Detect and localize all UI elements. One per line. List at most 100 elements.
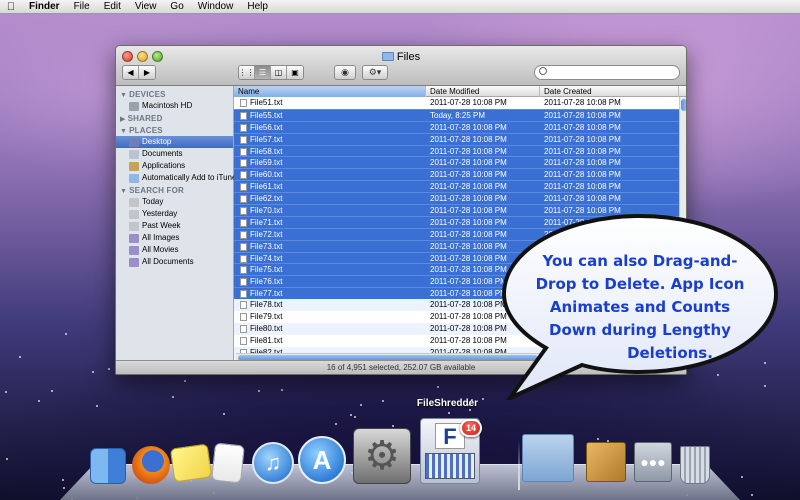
dock-tooltip-label: FileShredder [416,398,479,409]
cell-modified: 2011-07-28 10:08 PM [430,323,507,333]
textedit-icon[interactable] [211,442,245,484]
disclosure-triangle-icon[interactable]: ▼ [120,92,127,99]
cell-modified: 2011-07-28 10:08 PM [430,335,507,345]
bubble-line: Animates and Counts [549,298,731,316]
column-name[interactable]: Name [234,86,426,97]
text-file-icon [240,207,247,216]
back-button[interactable]: ◀ [123,66,139,79]
sidebar-item-label: Past Week [142,221,181,230]
menu-file[interactable]: File [67,1,97,12]
desktop-icon [129,137,139,147]
sidebar-item[interactable]: Documents [116,148,233,160]
star [184,380,186,382]
menu-window[interactable]: Window [191,1,241,12]
cell-name: File51.txt [250,98,283,107]
forward-button[interactable]: ▶ [139,66,155,79]
sidebar-section-header[interactable]: ▼ DEVICES [116,88,233,100]
table-row[interactable]: File61.txt 2011-07-28 10:08 PM 2011-07-28 … [234,180,686,193]
column-date-modified[interactable]: Date Modified [426,86,540,97]
system-preferences-icon[interactable]: ⚙ [353,428,411,484]
bubble-line: Down during Lengthy [549,321,731,339]
back-forward-control: ◀ ▶ [122,65,156,80]
table-row[interactable]: File59.txt 2011-07-28 10:08 PM 2011-07-28 … [234,156,686,169]
search-field[interactable] [534,65,680,80]
sidebar-section-title: DEVICES [129,90,166,99]
column-date-created[interactable]: Date Created [540,86,679,97]
smart-folder-icon [129,245,139,255]
clock-icon [129,209,139,219]
star [6,458,8,460]
text-file-icon [240,336,247,345]
disclosure-triangle-icon[interactable]: ▼ [120,188,127,195]
shredder-slots [425,453,475,479]
app-store-icon[interactable]: A [298,436,346,484]
cell-name: File80.txt [250,323,283,333]
gear-icon: ⚙▾ [368,67,382,77]
text-file-icon [240,278,247,287]
star [469,409,471,411]
shared-folder-icon[interactable]: ●●● [634,442,672,482]
sidebar-item[interactable]: Macintosh HD [116,100,233,112]
finder-icon[interactable] [90,448,126,484]
menu-help[interactable]: Help [240,1,275,12]
star [537,377,539,379]
sidebar-item[interactable]: All Images [116,232,233,244]
apple-menu-icon[interactable]:  [0,1,22,13]
cover-flow-button[interactable]: ▣ [287,66,303,79]
table-row[interactable]: File56.txt 2011-07-28 10:08 PM 2011-07-28 … [234,120,686,133]
stickies-icon[interactable] [169,443,213,483]
star [51,390,53,392]
list-view-button[interactable]: ☰ [255,66,271,79]
table-row[interactable]: File62.txt 2011-07-28 10:08 PM 2011-07-28 … [234,192,686,205]
star [448,412,450,414]
table-row[interactable]: File60.txt 2011-07-28 10:08 PM 2011-07-28 … [234,168,686,181]
table-row[interactable]: File70.txt 2011-07-28 10:08 PM 2011-07-28 … [234,204,686,216]
sidebar-item[interactable]: All Movies [116,244,233,256]
dock-separator [518,440,520,490]
table-row[interactable]: File57.txt 2011-07-28 10:08 PM 2011-07-28 … [234,132,686,145]
firefox-icon[interactable] [132,446,170,484]
menu-edit[interactable]: Edit [97,1,128,12]
trash-icon[interactable] [680,446,710,484]
table-row[interactable]: File72.txt 2011-07-28 10:08 PM 2011-07-28 … [234,227,686,240]
action-menu-button[interactable]: ⚙▾ [362,65,388,80]
sidebar-item-label: Desktop [142,137,172,146]
itunes-icon[interactable]: ♫ [252,442,294,484]
sidebar-section-header[interactable]: ▼ SEARCH FOR [116,184,233,196]
menu-go[interactable]: Go [163,1,190,12]
sidebar-item-label: All Images [142,233,180,242]
text-file-icon [240,301,247,310]
quick-look-button[interactable]: ◉ [334,65,356,80]
star [63,487,65,489]
menu-app-name[interactable]: Finder [22,1,67,12]
star [382,400,384,402]
sidebar-item[interactable]: Automatically Add to iTunes [116,172,240,184]
disclosure-triangle-icon[interactable]: ▼ [120,128,127,135]
table-row[interactable]: File51.txt 2011-07-28 10:08 PM 2011-07-28 … [234,97,686,109]
menu-view[interactable]: View [128,1,164,12]
sidebar-item[interactable]: Today [116,196,233,208]
text-file-icon [240,290,247,299]
table-row[interactable]: File71.txt 2011-07-28 10:08 PM 2011-07-28 … [234,215,686,228]
text-file-icon [240,254,247,263]
bubble-line: Drop to Delete. App Icon [535,275,745,293]
text-file-icon [240,147,247,156]
text-file-icon [240,230,247,239]
cell-modified: 2011-07-28 10:08 PM [430,300,507,310]
text-file-icon [240,171,247,180]
sidebar-item[interactable]: Applications [116,160,233,172]
disclosure-triangle-icon[interactable]: ▶ [120,115,126,123]
sidebar-item[interactable]: Past Week [116,220,233,232]
package-icon[interactable] [586,442,626,482]
sidebar-item[interactable]: Yesterday [116,208,233,220]
table-row[interactable]: File58.txt 2011-07-28 10:08 PM 2011-07-28 … [234,144,686,157]
column-view-button[interactable]: ◫ [271,66,287,79]
sidebar-item[interactable]: Desktop [116,136,233,148]
scroll-thumb[interactable] [681,99,686,111]
sidebar-section-header[interactable]: ▶ SHARED [116,112,233,124]
table-row[interactable]: File55.txt Today, 8:25 PM 2011-07-28 10:08… [234,108,686,121]
documents-stack-icon[interactable] [522,434,574,482]
icon-view-button[interactable]: ⋮⋮ [239,66,255,79]
sidebar-item[interactable]: All Documents [116,256,233,268]
sidebar-section-header[interactable]: ▼ PLACES [116,124,233,136]
